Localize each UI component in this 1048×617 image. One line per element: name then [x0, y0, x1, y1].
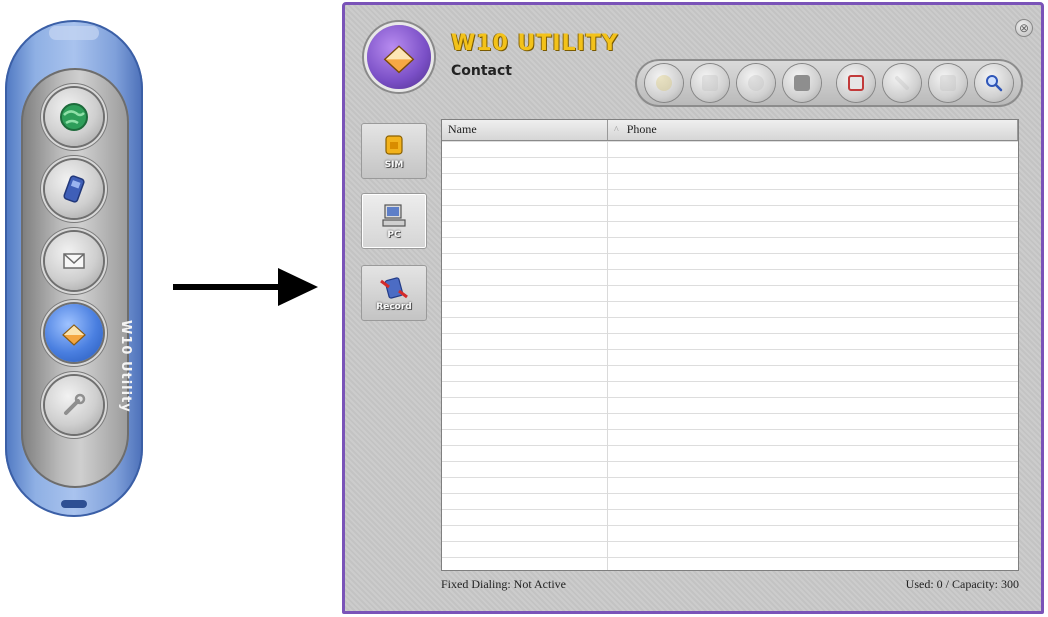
section-title: Contact — [451, 63, 512, 79]
column-header-phone-label: Phone — [626, 122, 657, 136]
toolbar-copy-button[interactable] — [783, 64, 821, 102]
delete-icon — [940, 75, 956, 91]
record-icon — [380, 276, 408, 299]
tab-record[interactable]: Record — [361, 265, 427, 321]
app-title: W10 UTILITY — [451, 31, 619, 56]
launcher-label: W10 Utility — [118, 320, 133, 413]
launcher-phone-button[interactable] — [45, 160, 103, 218]
tab-record-label: Record — [376, 301, 412, 312]
contact-book-icon — [62, 324, 86, 346]
close-button[interactable]: ⊗ — [1015, 19, 1033, 37]
sim-card-icon — [385, 134, 403, 155]
tab-sim-label: SIM — [384, 159, 404, 170]
tab-pc[interactable]: PC — [361, 193, 427, 249]
new-icon — [656, 75, 672, 91]
tab-pc-label: PC — [387, 229, 401, 240]
toolbar-edit-button[interactable] — [883, 64, 921, 102]
right-arrow-icon — [173, 268, 318, 306]
launcher-message-button[interactable] — [45, 232, 103, 290]
contact-book-icon — [383, 45, 415, 74]
fixed-dialing-status: Fixed Dialing: Not Active — [441, 577, 566, 591]
tab-sim[interactable]: SIM — [361, 123, 427, 179]
contacts-table: Name ^ Phone — [441, 119, 1019, 571]
launcher-settings-button[interactable] — [45, 376, 103, 434]
phone-icon — [63, 175, 85, 203]
copy-icon — [794, 75, 810, 91]
wrench-icon — [64, 393, 86, 415]
edit-icon — [894, 75, 910, 91]
globe-icon — [60, 103, 88, 131]
launcher-top-cap — [49, 26, 99, 40]
column-header-name[interactable]: Name — [442, 120, 608, 140]
app-logo — [367, 25, 431, 89]
toolbar-search-button[interactable] — [975, 64, 1013, 102]
document-icon — [702, 75, 718, 91]
table-body[interactable] — [442, 141, 1018, 570]
search-icon — [986, 75, 1003, 92]
toolbar — [635, 59, 1023, 107]
toolbar-new-button[interactable] — [645, 64, 683, 102]
message-icon — [748, 75, 764, 91]
sort-indicator-icon: ^ — [614, 125, 619, 136]
launcher-bottom-cap — [61, 500, 87, 508]
launcher-bar: W10 Utility — [5, 20, 143, 517]
toolbar-delete-button[interactable] — [929, 64, 967, 102]
column-divider — [607, 141, 608, 570]
capacity-status: Used: 0 / Capacity: 300 — [905, 577, 1019, 591]
toolbar-message-button[interactable] — [737, 64, 775, 102]
w10-utility-window: W10 UTILITY Contact ⊗ SIM PC Record Name… — [342, 2, 1044, 614]
table-header: Name ^ Phone — [442, 120, 1018, 141]
toolbar-add-contact-button[interactable] — [837, 64, 875, 102]
launcher-globe-button[interactable] — [45, 88, 103, 146]
column-header-phone[interactable]: ^ Phone — [608, 120, 1018, 140]
computer-icon — [382, 203, 406, 227]
toolbar-document-button[interactable] — [691, 64, 729, 102]
envelope-icon — [63, 253, 85, 269]
add-contact-icon — [848, 75, 864, 91]
launcher-contact-button[interactable] — [45, 304, 103, 362]
